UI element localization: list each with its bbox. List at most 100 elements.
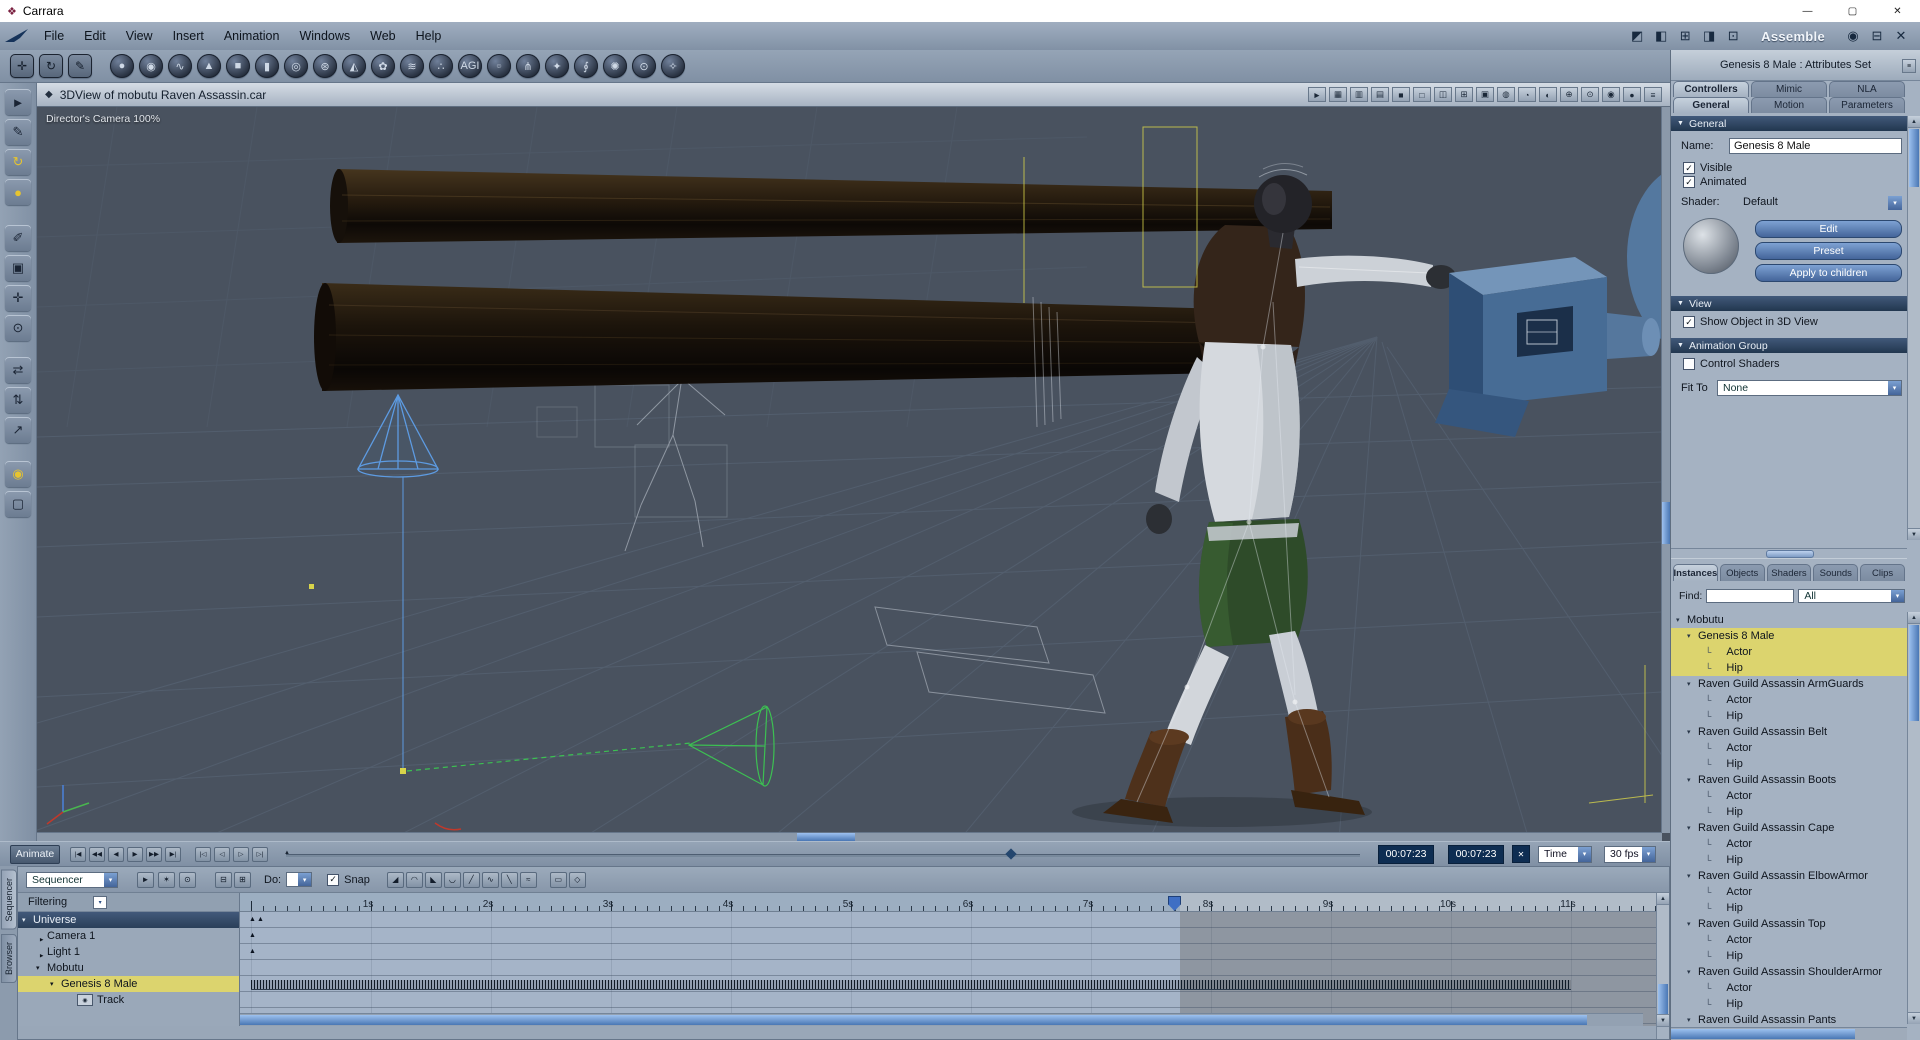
wand-icon[interactable]: ✧ (661, 54, 685, 78)
name-input[interactable] (1729, 138, 1902, 154)
tangent-auto-icon[interactable]: ≈ (519, 871, 537, 888)
instance-tree-item[interactable]: ▾ Actor (1671, 692, 1907, 708)
visible-checkbox-row[interactable]: Visible (1683, 162, 1732, 174)
instance-tree-item[interactable]: ▾ Genesis 8 Male (1671, 628, 1907, 644)
menu-item[interactable]: Insert (163, 22, 214, 50)
browser-tab[interactable]: Instances (1673, 564, 1718, 581)
attributes-scrollbar[interactable]: ▲ ▼ (1907, 116, 1920, 540)
rotate-scene-tool-icon[interactable]: ↻ (39, 54, 63, 78)
move-z-tool-icon[interactable]: ↗ (5, 417, 31, 443)
instances-horizontal-scrollbar[interactable] (1671, 1027, 1907, 1040)
instance-tree-item[interactable]: ▾ Actor (1671, 836, 1907, 852)
instance-tree-item[interactable]: ▾ Actor (1671, 932, 1907, 948)
storyboard-room-icon[interactable]: ⊞ (1676, 28, 1694, 44)
expander-icon[interactable]: ▾ (50, 980, 61, 988)
menu-item[interactable]: File (34, 22, 74, 50)
range-end-button[interactable]: ▷| (252, 846, 268, 862)
add-key-icon[interactable]: ✶ (158, 871, 175, 888)
grid-display-icon[interactable]: ▦ (1329, 87, 1347, 102)
do-dropdown[interactable]: ▾ (286, 872, 313, 887)
light-icon[interactable]: ✺ (603, 54, 627, 78)
end-time-field[interactable]: 00:07:23 (1448, 844, 1504, 864)
browser-tab[interactable]: Clips (1860, 564, 1905, 581)
collapse-panel-icon[interactable]: ⊟ (1868, 28, 1886, 44)
spring-icon[interactable]: ∮ (574, 54, 598, 78)
show-object-checkbox[interactable] (1683, 316, 1695, 328)
viewport-horizontal-scrollbar[interactable] (37, 832, 1662, 841)
single-view-icon[interactable]: □ (1413, 87, 1431, 102)
instance-tree-item[interactable]: ▾ Raven Guild Assassin ArmGuards (1671, 676, 1907, 692)
model-room-icon[interactable]: ◧ (1652, 28, 1670, 44)
shader-preview-sphere[interactable] (1683, 218, 1739, 274)
select-display-icon[interactable]: ► (1308, 87, 1326, 102)
delete-key-button[interactable]: ✕ (1512, 845, 1530, 863)
expand-range-icon[interactable]: ⊞ (234, 871, 251, 888)
range-start-button[interactable]: |◁ (195, 846, 211, 862)
frame-tool-icon[interactable]: ▣ (5, 255, 31, 281)
instance-tree-item[interactable]: ▾ Hip (1671, 996, 1907, 1012)
slider-thumb[interactable] (1005, 847, 1017, 860)
edit-button[interactable]: Edit (1755, 220, 1902, 238)
wire-sphere-icon[interactable]: ◍ (1497, 87, 1515, 102)
scroll-thumb[interactable] (1671, 1029, 1856, 1039)
light-toggle-icon[interactable]: ● (1623, 87, 1641, 102)
cylinder-primitive-icon[interactable]: ▮ (255, 54, 279, 78)
step-back-button[interactable]: ◁ (214, 846, 230, 862)
plant-icon[interactable]: ✿ (371, 54, 395, 78)
eye-icon[interactable]: ◉ (77, 994, 93, 1006)
close-button[interactable]: ✕ (1875, 0, 1920, 22)
shader-dropdown-button[interactable]: ▾ (1888, 196, 1902, 210)
film-display-icon[interactable]: ▤ (1371, 87, 1389, 102)
attributes-tab[interactable]: NLA (1829, 81, 1905, 97)
dock-tab[interactable]: Sequencer (1, 870, 17, 930)
current-time-field[interactable]: 00:07:23 (1378, 844, 1434, 864)
expander-icon[interactable]: ▾ (1687, 1016, 1698, 1024)
instance-tree-item[interactable]: ▾ Raven Guild Assassin Top (1671, 916, 1907, 932)
expander-icon[interactable]: ▾ (22, 916, 33, 924)
tangent-curve-icon[interactable]: ∿ (481, 871, 499, 888)
sequencer-tree-item[interactable]: ▾ ◉ Camera 1 (18, 928, 239, 944)
scroll-thumb[interactable] (1662, 502, 1670, 544)
control-shaders-checkbox[interactable] (1683, 358, 1695, 370)
tangent-sharp-out-icon[interactable]: ◣ (424, 871, 442, 888)
instance-tree-item[interactable]: ▾ Hip (1671, 756, 1907, 772)
animated-checkbox-row[interactable]: Animated (1683, 176, 1746, 188)
splitter-grip[interactable] (1766, 550, 1814, 558)
instance-tree-item[interactable]: ▾ Hip (1671, 660, 1907, 676)
animated-checkbox[interactable] (1683, 176, 1695, 188)
attributes-subtab[interactable]: Parameters (1829, 97, 1905, 113)
scroll-down-icon[interactable]: ▼ (1908, 528, 1920, 540)
expander-icon[interactable]: ▾ (1687, 776, 1698, 784)
sequencer-tree-item[interactable]: ▾ ◉ Track (18, 992, 239, 1008)
hair-icon[interactable]: ≋ (400, 54, 424, 78)
instance-tree-item[interactable]: ▾ Hip (1671, 708, 1907, 724)
scroll-thumb[interactable] (797, 833, 855, 841)
tangent-smooth-in-icon[interactable]: ◠ (405, 871, 423, 888)
expander-icon[interactable]: ▾ (1687, 632, 1698, 640)
snap-checkbox-row[interactable]: Snap (327, 873, 370, 886)
attributes-tab[interactable]: Controllers (1673, 81, 1749, 97)
tangent-linear-icon[interactable]: ╱ (462, 871, 480, 888)
instances-scrollbar[interactable]: ▲ ▼ (1907, 612, 1920, 1024)
viewport-vertical-scrollbar[interactable] (1661, 107, 1670, 833)
rotate-tool-icon[interactable]: ↻ (5, 149, 31, 175)
filtering-dropdown[interactable]: ▾ (93, 895, 108, 909)
quad-view-icon[interactable]: ⊞ (1455, 87, 1473, 102)
texture-room-icon[interactable]: ◩ (1628, 28, 1646, 44)
expander-icon[interactable]: ▾ (38, 947, 46, 958)
metaball-icon[interactable]: ⊛ (313, 54, 337, 78)
instance-tree-item[interactable]: ▾ Raven Guild Assassin ShoulderArmor (1671, 964, 1907, 980)
select-mode-icon[interactable]: ► (137, 871, 154, 888)
torus-primitive-icon[interactable]: ◎ (284, 54, 308, 78)
shaded-sphere-icon[interactable]: ◔ (1518, 87, 1536, 102)
close-view-icon[interactable]: ✕ (1892, 28, 1910, 44)
brush-tool-icon[interactable]: ✎ (68, 54, 92, 78)
browser-tab[interactable]: Objects (1719, 564, 1765, 581)
instance-tree-item[interactable]: ▾ Raven Guild Assassin ElbowArmor (1671, 868, 1907, 884)
fit-to-dropdown[interactable]: None ▾ (1717, 380, 1902, 396)
attributes-subtab[interactable]: Motion (1751, 97, 1827, 113)
camera-icon[interactable]: ⊙ (632, 54, 656, 78)
sphere-paint-tool-icon[interactable]: ● (5, 179, 31, 205)
scroll-up-icon[interactable]: ▲ (1908, 612, 1920, 624)
shrink-range-icon[interactable]: ⊟ (215, 871, 232, 888)
